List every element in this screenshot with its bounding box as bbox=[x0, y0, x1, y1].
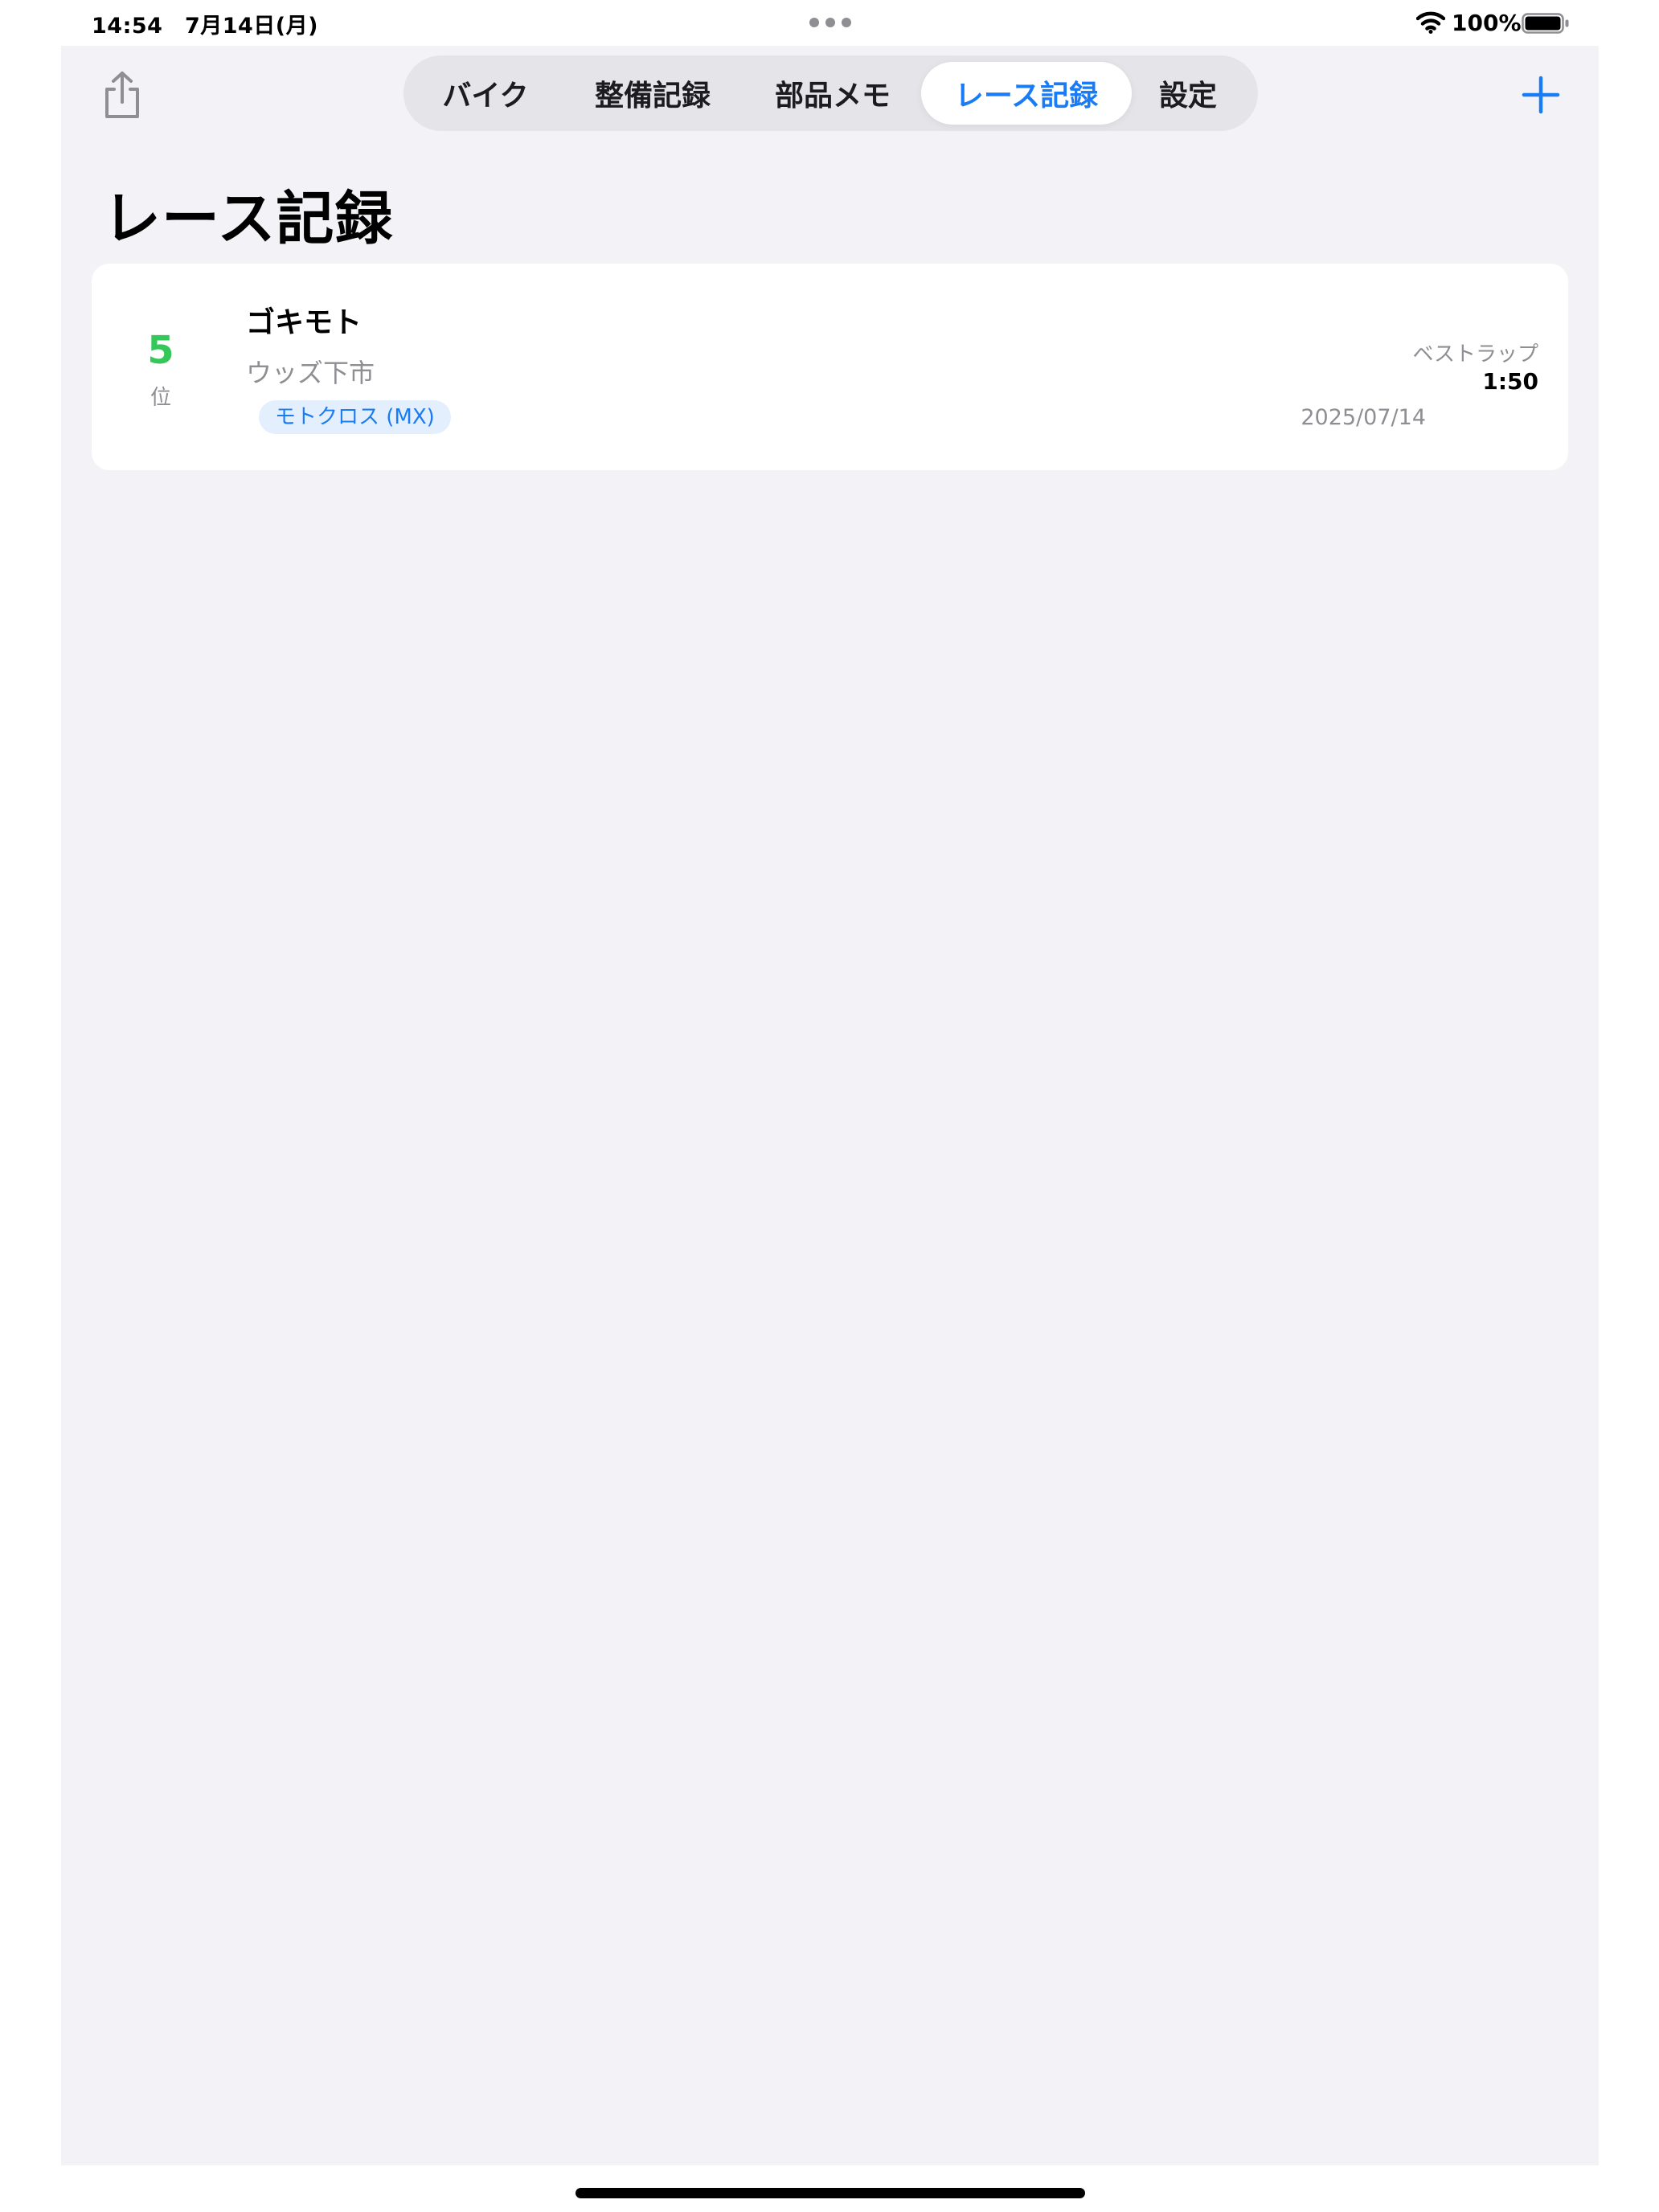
ipad-screen: 14:54 7月14日(月) 100% バイク 整備記録 部品メモ レース記録 … bbox=[0, 0, 1659, 2212]
home-indicator[interactable] bbox=[576, 2188, 1085, 2198]
race-date: 2025/07/14 bbox=[1301, 405, 1426, 430]
race-venue: ウッズ下市 bbox=[246, 358, 375, 388]
race-rank: 5 bbox=[147, 328, 174, 373]
race-category-badge: モトクロス (MX) bbox=[259, 400, 451, 434]
race-rank-unit: 位 bbox=[150, 386, 171, 410]
status-bar: 14:54 7月14日(月) 100% bbox=[0, 0, 1659, 47]
best-lap-label: ベストラップ bbox=[1412, 342, 1538, 367]
multitask-dots-icon[interactable] bbox=[809, 18, 851, 29]
share-icon[interactable] bbox=[100, 70, 145, 121]
tab-parts-memo[interactable]: 部品メモ bbox=[752, 62, 913, 125]
tab-maintenance-records[interactable]: 整備記録 bbox=[572, 62, 733, 125]
battery-percentage: 100% bbox=[1452, 10, 1522, 36]
best-lap-value: 1:50 bbox=[1482, 368, 1538, 395]
app-window: バイク 整備記録 部品メモ レース記録 設定 レース記録 5 位 ゴキモト ウッ… bbox=[61, 46, 1599, 2165]
battery-icon bbox=[1522, 13, 1569, 34]
tab-settings[interactable]: 設定 bbox=[1141, 62, 1235, 125]
tab-bike[interactable]: バイク bbox=[421, 62, 550, 125]
wifi-icon bbox=[1416, 11, 1445, 34]
plus-icon[interactable] bbox=[1520, 74, 1562, 116]
race-record-card[interactable]: 5 位 ゴキモト ウッズ下市 モトクロス (MX) 2025/07/14 ベスト… bbox=[92, 264, 1568, 470]
status-time-date: 14:54 7月14日(月) bbox=[92, 14, 318, 39]
tab-bar: バイク 整備記録 部品メモ レース記録 設定 bbox=[403, 55, 1258, 131]
race-name: ゴキモト bbox=[246, 306, 363, 339]
page-title: レース記録 bbox=[103, 185, 394, 252]
tab-race-records[interactable]: レース記録 bbox=[921, 62, 1132, 125]
